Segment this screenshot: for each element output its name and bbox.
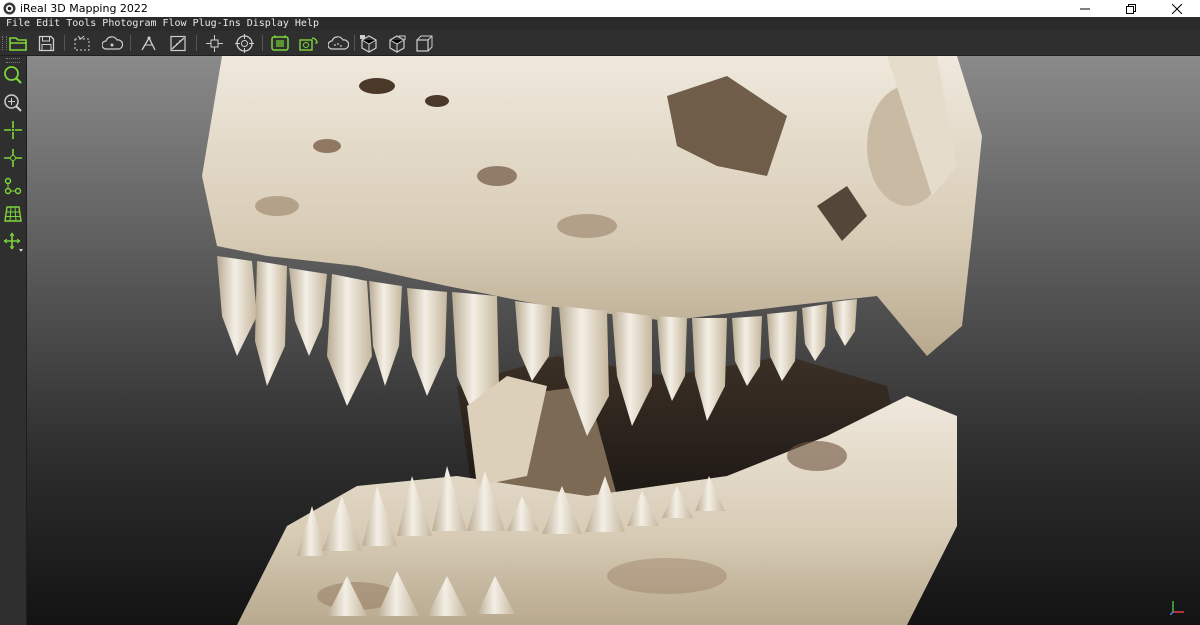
menu-file[interactable]: File — [0, 17, 33, 31]
close-icon — [1172, 3, 1182, 14]
toolbar-separator — [130, 35, 131, 51]
toolbar-separator — [354, 35, 355, 51]
auto-build-icon — [271, 34, 289, 51]
add-point-icon — [4, 121, 22, 139]
transform-icon — [3, 232, 23, 252]
save-icon — [38, 35, 55, 51]
scale-icon — [170, 35, 186, 51]
main-toolbar — [0, 31, 1200, 56]
cloud-gcp-icon — [102, 35, 123, 50]
export-model-icon — [416, 35, 433, 52]
path-button[interactable] — [2, 175, 24, 197]
transform-button[interactable] — [2, 231, 24, 253]
move-object-icon — [206, 34, 223, 52]
window-controls — [1062, 0, 1200, 17]
cloud-gcp-button[interactable] — [102, 33, 123, 53]
camera-align-button[interactable] — [298, 33, 319, 53]
path-icon — [4, 177, 22, 195]
target-icon — [235, 33, 254, 53]
window-title: iReal 3D Mapping 2022 — [20, 2, 148, 15]
scale-button[interactable] — [168, 33, 189, 53]
camera-align-icon — [299, 36, 318, 51]
save-button[interactable] — [36, 33, 57, 53]
zoom-fit-button[interactable] — [2, 92, 24, 114]
menu-photogram[interactable]: Photogram — [99, 17, 159, 31]
open-button[interactable] — [8, 33, 29, 53]
texture-button[interactable] — [386, 33, 407, 53]
measure-icon — [141, 36, 156, 50]
target-button[interactable] — [234, 33, 255, 53]
restore-button[interactable] — [1108, 0, 1154, 17]
minimize-button[interactable] — [1062, 0, 1108, 17]
mesh-button[interactable] — [358, 33, 379, 53]
zoom-button[interactable] — [2, 64, 24, 86]
measure-button[interactable] — [138, 33, 159, 53]
export-model-button[interactable] — [414, 33, 435, 53]
menu-help[interactable]: Help — [292, 17, 322, 31]
left-toolbar-grip[interactable] — [6, 58, 20, 63]
mesh-icon — [360, 34, 377, 53]
point-cloud-icon — [328, 35, 349, 50]
left-toolbar — [0, 56, 27, 625]
dinosaur-skull-model — [202, 56, 982, 625]
open-folder-icon — [9, 36, 27, 51]
region-select-icon — [74, 35, 90, 50]
region-select-button[interactable] — [72, 33, 93, 53]
texture-icon — [389, 34, 406, 53]
auto-build-button[interactable] — [270, 33, 291, 53]
menu-display[interactable]: Display — [244, 17, 292, 31]
grid-button[interactable] — [2, 203, 24, 225]
toolbar-separator — [196, 35, 197, 51]
zoom-fit-icon — [4, 94, 22, 112]
menu-tools[interactable]: Tools — [63, 17, 99, 31]
toolbar-grip[interactable] — [2, 36, 7, 50]
menu-flow[interactable]: Flow — [159, 17, 189, 31]
menu-bar: File Edit Tools Photogram Flow Plug-Ins … — [0, 17, 1200, 31]
point-cloud-button[interactable] — [328, 33, 349, 53]
point-pick-button[interactable] — [2, 147, 24, 169]
grid-icon — [4, 206, 22, 222]
menu-edit[interactable]: Edit — [33, 17, 63, 31]
restore-icon — [1126, 3, 1136, 14]
toolbar-separator — [64, 35, 65, 51]
add-point-button[interactable] — [2, 119, 24, 141]
close-button[interactable] — [1154, 0, 1200, 17]
3d-viewport[interactable] — [27, 56, 1200, 625]
move-object-button[interactable] — [204, 33, 225, 53]
minimize-icon — [1080, 8, 1090, 9]
menu-plug-ins[interactable]: Plug-Ins — [190, 17, 244, 31]
app-logo-icon — [3, 2, 16, 15]
title-bar: iReal 3D Mapping 2022 — [0, 0, 1200, 17]
zoom-icon — [4, 66, 22, 84]
toolbar-separator — [262, 35, 263, 51]
axis-gizmo-icon — [1170, 601, 1184, 615]
point-pick-icon — [4, 149, 22, 167]
